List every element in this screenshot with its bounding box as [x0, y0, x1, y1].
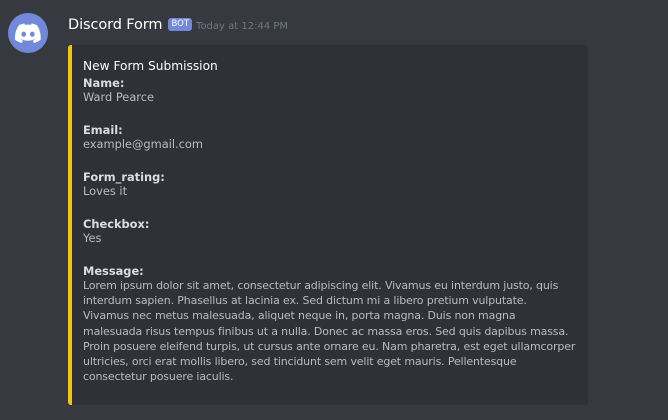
field-label: Email:	[83, 123, 123, 137]
field-value: Loves it	[83, 184, 128, 198]
field-label: Name:	[83, 76, 125, 90]
field-message: Message: Lorem ipsum dolor sit amet, con…	[83, 264, 576, 384]
form-embed: New Form Submission Name: Ward Pearce Em…	[68, 45, 588, 405]
bot-badge: BOT	[168, 17, 193, 31]
message-header: Discord Form BOT Today at 12:44 PM	[68, 14, 288, 36]
field-name: Name: Ward Pearce	[83, 76, 576, 105]
field-label: Checkbox:	[83, 217, 150, 231]
chat-message: Discord Form BOT Today at 12:44 PM New F…	[0, 0, 668, 420]
field-value: example@gmail.com	[83, 137, 204, 151]
embed-fields: Name: Ward Pearce Email: example@gmail.c…	[83, 76, 576, 384]
field-form-rating: Form_rating: Loves it	[83, 170, 576, 199]
timestamp: Today at 12:44 PM	[196, 20, 289, 32]
discord-logo-icon	[15, 23, 41, 43]
author-name[interactable]: Discord Form	[68, 17, 163, 33]
field-label: Message:	[83, 264, 144, 278]
field-value: Lorem ipsum dolor sit amet, consectetur …	[83, 279, 576, 384]
field-label: Form_rating:	[83, 170, 165, 184]
field-value: Yes	[83, 231, 102, 245]
avatar[interactable]	[8, 13, 48, 53]
embed-title: New Form Submission	[83, 59, 218, 73]
field-checkbox: Checkbox: Yes	[83, 217, 576, 246]
field-value: Ward Pearce	[83, 90, 155, 104]
field-email: Email: example@gmail.com	[83, 123, 576, 152]
